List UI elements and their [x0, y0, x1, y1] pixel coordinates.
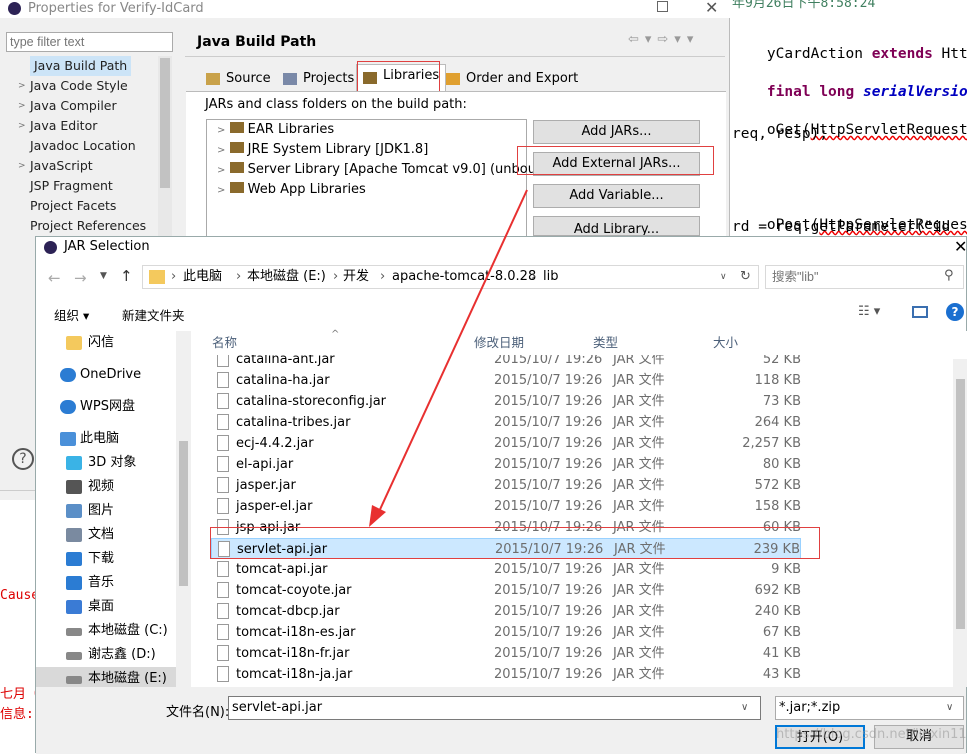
annotation-arrow [369, 189, 528, 527]
arrow-head [369, 505, 386, 527]
arrow-line [376, 189, 528, 517]
